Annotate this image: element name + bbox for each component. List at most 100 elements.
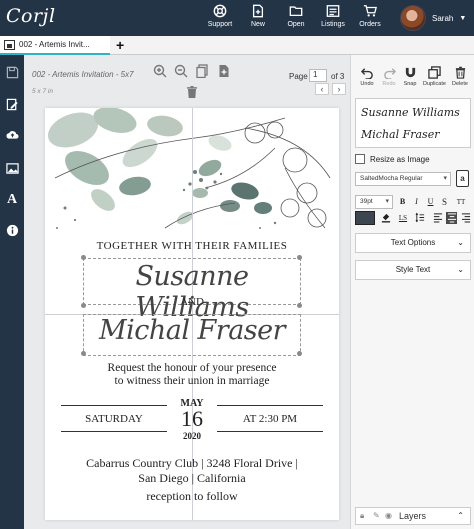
edit-document-icon[interactable] — [4, 97, 20, 113]
redo-icon — [383, 68, 396, 79]
date-rule-right-top — [217, 405, 323, 406]
chevron-left-icon: ‹ — [320, 84, 324, 94]
add-tab-button[interactable]: + — [116, 37, 124, 53]
zoom-in-icon[interactable] — [153, 64, 167, 78]
invitation-card[interactable]: TOGETHER WITH THEIR FAMILIES Susanne Wil… — [45, 108, 339, 520]
font-upload-icon[interactable]: a — [456, 170, 469, 187]
underline-button[interactable]: U — [425, 196, 436, 208]
italic-button[interactable]: I — [411, 196, 422, 208]
resize-as-image-checkbox[interactable] — [355, 154, 365, 164]
duplicate-icon — [427, 66, 441, 79]
listings-icon — [313, 4, 353, 20]
font-size-select[interactable]: 39pt — [355, 195, 393, 209]
page-count: of 3 — [331, 72, 345, 81]
text-tool-icon[interactable]: A — [4, 192, 20, 208]
resize-handle-tl[interactable] — [81, 255, 86, 260]
text-color-swatch[interactable] — [355, 211, 375, 225]
add-page-icon[interactable] — [217, 64, 231, 78]
chevron-up-icon[interactable]: ⌃ — [457, 511, 464, 520]
user-menu[interactable]: Sarah ▼ — [400, 5, 466, 31]
chevron-right-icon: › — [337, 84, 341, 94]
nav-listings[interactable]: Listings — [313, 4, 353, 28]
copy-page-icon[interactable] — [195, 64, 209, 79]
together-text[interactable]: TOGETHER WITH THEIR FAMILIES — [45, 240, 339, 252]
align-center-icon[interactable] — [446, 212, 457, 224]
resize-handle-tr[interactable] — [297, 255, 302, 260]
prev-page-button[interactable]: ‹ — [315, 83, 329, 95]
nav-open[interactable]: Open — [276, 4, 316, 28]
text-content-preview[interactable]: Susanne Williams Michal Fraser — [355, 98, 471, 148]
redo-button[interactable]: Redo — [378, 66, 400, 87]
style-text-label: Style Text — [395, 265, 431, 274]
bold-button[interactable]: B — [397, 196, 408, 208]
document-size: 5 x 7 in — [32, 88, 53, 95]
info-icon[interactable] — [4, 223, 20, 239]
text-options-accordion[interactable]: Text Options ⌄ — [355, 233, 471, 253]
delete-label: Delete — [452, 81, 468, 87]
chevron-down-icon: ⌄ — [457, 238, 464, 247]
resize-as-image-label: Resize as Image — [370, 155, 430, 164]
page-label: Page — [289, 72, 308, 81]
and-text[interactable]: AND — [45, 296, 339, 308]
name2-text[interactable]: Michal Fraser — [75, 315, 309, 346]
undo-button[interactable]: Undo — [356, 66, 378, 87]
page-number-input[interactable]: 1 — [309, 69, 327, 82]
lock-icon[interactable]: 🔒︎ — [360, 511, 364, 521]
cart-icon — [350, 4, 390, 20]
line-height-icon[interactable] — [414, 212, 425, 224]
app-logo[interactable]: Corjl — [6, 5, 56, 27]
year-text[interactable]: 2020 — [167, 431, 217, 441]
curve-text-icon[interactable]: S — [439, 196, 450, 208]
tab-active-document[interactable]: 002 - Artemis Invit... — [0, 36, 110, 55]
nav-support-label: Support — [207, 21, 233, 28]
venue-line-2[interactable]: San Diego | California — [45, 471, 339, 486]
nav-open-label: Open — [287, 21, 305, 28]
layers-panel-bar[interactable]: 🔒︎ ✎ ◉ Layers ⌃ — [355, 507, 471, 525]
resize-handle-bl[interactable] — [81, 351, 86, 356]
text-transform-button[interactable]: TT — [454, 196, 468, 208]
venue-line-1[interactable]: Cabarrus Country Club | 3248 Floral Driv… — [45, 456, 339, 471]
resize-handle-br[interactable] — [297, 351, 302, 356]
avatar — [400, 5, 426, 31]
next-page-button[interactable]: › — [332, 83, 346, 95]
snap-label: Snap — [403, 81, 417, 87]
nav-support[interactable]: Support — [200, 4, 240, 28]
letter-spacing-button[interactable]: LS — [396, 212, 410, 224]
request-line-1[interactable]: Request the honour of your presence — [45, 362, 339, 374]
top-nav-bar: Corjl Support New Open Listings Orders S… — [0, 0, 474, 36]
nav-orders-label: Orders — [359, 21, 381, 28]
zoom-out-icon[interactable] — [174, 64, 188, 78]
request-line-2[interactable]: to witness their union in marriage — [45, 375, 339, 387]
chevron-down-icon: ⌄ — [457, 265, 464, 274]
pencil-icon[interactable]: ✎ — [373, 511, 380, 520]
eye-icon[interactable]: ◉ — [385, 511, 392, 520]
style-text-accordion[interactable]: Style Text ⌄ — [355, 260, 471, 280]
left-sidebar: A — [0, 55, 24, 529]
trash-page-icon[interactable] — [185, 85, 199, 99]
duplicate-button[interactable]: Duplicate — [423, 66, 446, 87]
snap-button[interactable]: Snap — [399, 66, 421, 87]
day-text[interactable]: SATURDAY — [61, 413, 167, 425]
resize-handle-mr[interactable] — [297, 303, 302, 308]
delete-button[interactable]: Delete — [449, 66, 471, 87]
reception-text[interactable]: reception to follow — [45, 489, 339, 504]
text-options-label: Text Options — [390, 238, 436, 247]
save-icon[interactable] — [4, 65, 20, 81]
resize-handle-ml[interactable] — [81, 303, 86, 308]
date-rule-right-bottom — [217, 431, 323, 432]
document-title: 002 - Artemis Invitation - 5x7 — [32, 70, 134, 79]
time-text[interactable]: AT 2:30 PM — [217, 413, 323, 425]
align-right-icon[interactable] — [460, 212, 471, 224]
nav-orders[interactable]: Orders — [350, 4, 390, 28]
layers-label: Layers — [399, 511, 427, 521]
font-family-select[interactable]: SaltedMocha Regular — [355, 172, 451, 186]
redo-label: Redo — [382, 81, 396, 87]
cloud-upload-icon[interactable] — [4, 127, 20, 143]
preview-line-1: Susanne Williams — [361, 106, 460, 119]
align-left-icon[interactable] — [432, 212, 443, 224]
image-icon[interactable] — [4, 161, 20, 177]
fill-color-icon[interactable] — [380, 212, 391, 224]
date-number[interactable]: 16 — [167, 406, 217, 432]
document-image-icon — [4, 39, 15, 50]
nav-new[interactable]: New — [238, 4, 278, 28]
